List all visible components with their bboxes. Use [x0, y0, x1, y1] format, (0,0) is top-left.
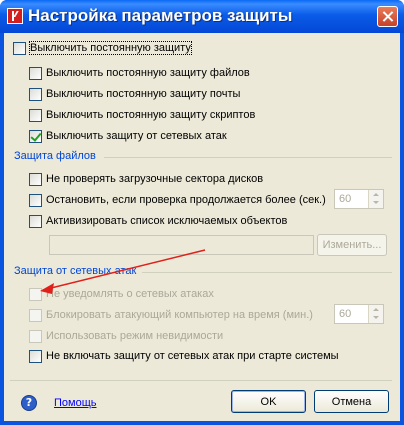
- checkbox-block-attacker[interactable]: [29, 308, 42, 322]
- dialog-window: Настройка параметров защиты Выключить по…: [0, 0, 404, 425]
- close-icon[interactable]: [377, 6, 398, 27]
- section-heading-file-protection: Защита файлов: [14, 150, 96, 162]
- stop-seconds-spinbox[interactable]: 60: [334, 189, 384, 209]
- title-bar[interactable]: Настройка параметров защиты: [0, 0, 404, 33]
- option-label: Выключить постоянную защиту файлов: [46, 67, 250, 79]
- option-label: Активизировать список исключаемых объект…: [46, 215, 288, 227]
- option-no-start[interactable]: Не включать защиту от сетевых атак при с…: [29, 348, 339, 364]
- change-button[interactable]: Изменить...: [317, 234, 387, 256]
- option-label: Не уведомлять о сетевых атаках: [46, 288, 214, 300]
- section-divider: [142, 272, 392, 273]
- checkbox-no-notify[interactable]: [29, 287, 42, 301]
- section-divider: [104, 157, 392, 158]
- section-heading-network-protection: Защита от сетевых атак: [14, 265, 137, 277]
- checkbox-disable-all[interactable]: [13, 41, 26, 55]
- cancel-button[interactable]: Отмена: [314, 390, 389, 413]
- option-block-attacker[interactable]: Блокировать атакующий компьютер на время…: [29, 307, 313, 323]
- spinbox-arrows-icon[interactable]: [368, 305, 383, 323]
- window-title: Настройка параметров защиты: [28, 6, 293, 25]
- option-disable-network[interactable]: Выключить защиту от сетевых атак: [29, 128, 227, 144]
- option-label: Выключить постоянную защиту: [29, 41, 192, 55]
- option-disable-mail[interactable]: Выключить постоянную защиту почты: [29, 86, 240, 102]
- checkbox-disable-scripts[interactable]: [29, 108, 42, 122]
- option-disable-all[interactable]: Выключить постоянную защиту: [13, 40, 192, 56]
- checkbox-disable-network[interactable]: [29, 129, 42, 143]
- spinbox-value: 60: [339, 193, 352, 205]
- option-skip-boot[interactable]: Не проверять загрузочные сектора дисков: [29, 171, 263, 187]
- ok-button[interactable]: OK: [231, 390, 306, 413]
- checkbox-disable-files[interactable]: [29, 66, 42, 80]
- kaspersky-k-icon: [7, 8, 23, 24]
- option-disable-scripts[interactable]: Выключить постоянную защиту скриптов: [29, 107, 255, 123]
- help-question-icon[interactable]: ?: [21, 395, 37, 411]
- spinbox-arrows-icon[interactable]: [368, 190, 383, 208]
- option-no-notify[interactable]: Не уведомлять о сетевых атаках: [29, 286, 214, 302]
- option-stop-if-long[interactable]: Остановить, если проверка продолжается б…: [29, 192, 326, 208]
- dialog-body: Выключить постоянную защиту Выключить по…: [4, 33, 400, 421]
- option-label: Блокировать атакующий компьютер на время…: [46, 309, 313, 321]
- option-label: Использовать режим невидимости: [46, 330, 224, 342]
- option-stealth-mode[interactable]: Использовать режим невидимости: [29, 328, 223, 344]
- option-label: Выключить постоянную защиту почты: [46, 88, 241, 100]
- option-label: Выключить постоянную защиту скриптов: [46, 109, 256, 121]
- checkbox-no-start[interactable]: [29, 349, 42, 363]
- checkbox-skip-boot[interactable]: [29, 172, 42, 186]
- spinbox-value: 60: [339, 308, 352, 320]
- checkbox-stop-if-long[interactable]: [29, 193, 42, 207]
- checkbox-stealth-mode[interactable]: [29, 329, 42, 343]
- checkbox-enable-exclusions[interactable]: [29, 214, 42, 228]
- option-label: Остановить, если проверка продолжается б…: [46, 194, 326, 206]
- option-enable-exclusions[interactable]: Активизировать список исключаемых объект…: [29, 213, 287, 229]
- option-disable-files[interactable]: Выключить постоянную защиту файлов: [29, 65, 250, 81]
- checkbox-disable-mail[interactable]: [29, 87, 42, 101]
- option-label: Не проверять загрузочные сектора дисков: [46, 173, 264, 185]
- exclusions-field[interactable]: [49, 235, 314, 255]
- option-label: Не включать защиту от сетевых атак при с…: [46, 350, 339, 362]
- block-minutes-spinbox[interactable]: 60: [334, 304, 384, 324]
- help-link[interactable]: Помощь: [54, 397, 97, 409]
- footer-divider: [10, 380, 392, 381]
- option-label: Выключить защиту от сетевых атак: [46, 130, 227, 142]
